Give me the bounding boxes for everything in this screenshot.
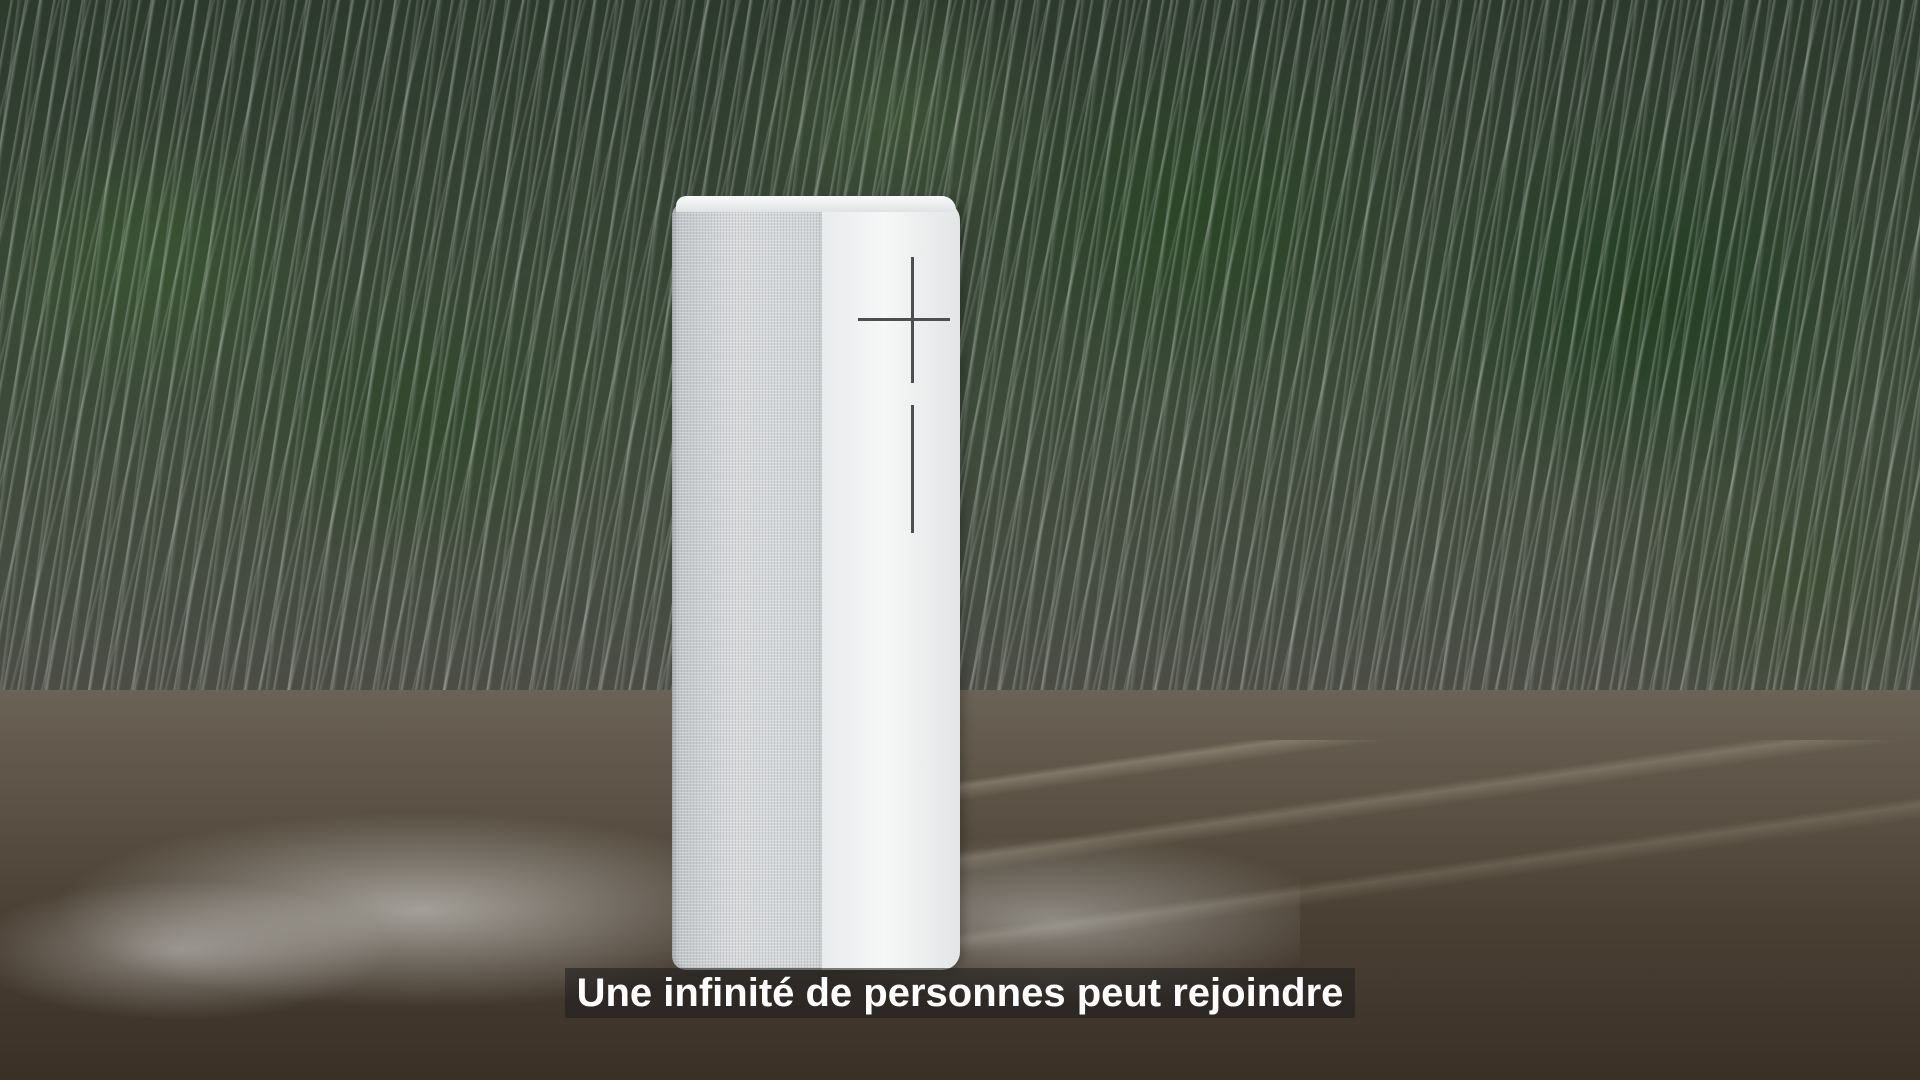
subtitle-text: Une infinité de personnes peut rejoindre (564, 968, 1356, 1018)
speaker (672, 196, 960, 970)
subtitle-bar: Une infinité de personnes peut rejoindre (0, 968, 1920, 1018)
plus-icon-horizontal (858, 318, 950, 321)
speaker-top (676, 196, 956, 212)
water-spray (0, 0, 1920, 780)
minus-icon (911, 405, 914, 533)
video-frame: Une infinité de personnes peut rejoindre (0, 0, 1920, 1080)
speaker-grille (672, 202, 832, 970)
